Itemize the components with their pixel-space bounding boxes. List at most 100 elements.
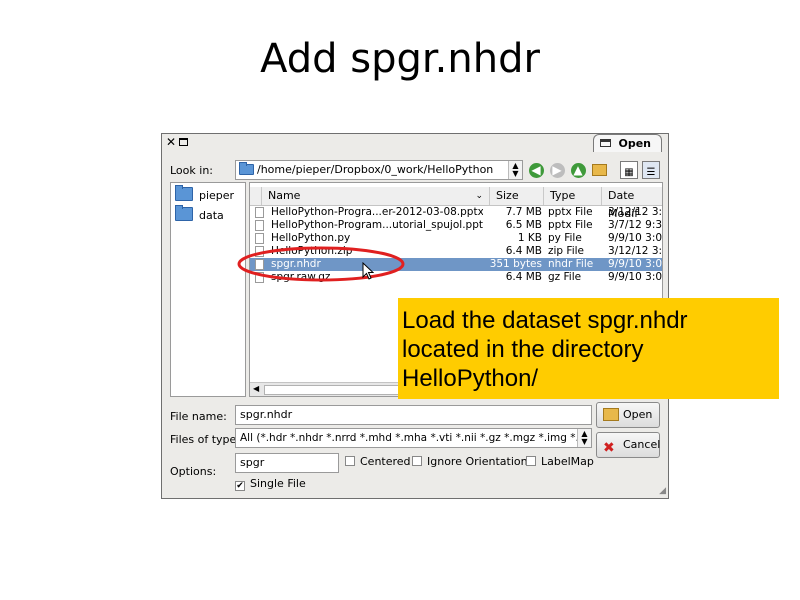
file-date-cell: 9/9/10 3:0: [608, 258, 663, 270]
combo-spinner-icon: ▲ ▼: [577, 429, 591, 447]
look-in-label: Look in:: [170, 164, 213, 177]
checkbox-label: Centered: [360, 455, 411, 468]
file-size-cell: 7.7 MB: [505, 206, 542, 218]
file-size-cell: 1 KB: [517, 232, 542, 244]
forward-arrow-icon: ▶: [549, 163, 565, 178]
files-of-type-value: All (*.hdr *.nhdr *.nrrd *.mhd *.mha *.v…: [240, 432, 586, 444]
combo-spinner-icon: ▲ ▼: [508, 161, 522, 179]
window-tab-label: Open: [618, 137, 651, 150]
cancel-icon: ✖: [603, 440, 615, 456]
file-size-cell: 6.4 MB: [505, 271, 542, 283]
file-date-cell: 3/12/12 3:: [608, 245, 663, 257]
forward-button[interactable]: ▶: [548, 161, 566, 179]
column-type-label: Type: [550, 189, 576, 202]
scroll-left-icon[interactable]: ◀: [253, 384, 259, 393]
file-name-cell: HelloPython-Program...utorial_spujol.ppt…: [271, 219, 483, 231]
file-icon: [255, 220, 264, 231]
column-header-size[interactable]: Size: [490, 187, 544, 205]
checkbox-box: [412, 456, 422, 466]
file-type-cell: pptx File: [548, 219, 593, 231]
close-icon[interactable]: ✕: [166, 136, 176, 148]
file-size-cell: 351 bytes: [489, 258, 542, 270]
maximize-icon[interactable]: [179, 136, 188, 148]
callout-line: Load the dataset spgr.nhdr: [402, 307, 688, 334]
sidebar-item-label: pieper: [199, 189, 235, 202]
options-label: Options:: [170, 465, 217, 478]
dialog-titlebar: ✕ Open: [162, 134, 668, 152]
resize-grip-icon[interactable]: ◢: [659, 486, 666, 496]
icon-grid-icon: ▦: [624, 167, 634, 178]
checkbox-box: [345, 456, 355, 466]
back-arrow-icon: ◀: [528, 163, 544, 178]
sidebar-item-pieper[interactable]: pieper: [175, 185, 235, 206]
new-folder-button[interactable]: [590, 161, 608, 179]
instruction-callout: Load the dataset spgr.nhdr located in th…: [398, 298, 779, 399]
annotation-oval: [237, 246, 405, 282]
folder-icon: [175, 185, 193, 201]
window-tab-open[interactable]: Open: [593, 134, 662, 152]
scrollbar-thumb[interactable]: [264, 385, 416, 395]
open-folder-icon: [603, 408, 619, 421]
file-date-cell: 9/9/10 3:0: [608, 271, 663, 283]
sidebar-item-data[interactable]: data: [175, 205, 224, 226]
cancel-button-label: Cancel: [623, 438, 661, 451]
detail-view-button[interactable]: ☰: [642, 161, 660, 179]
up-arrow-icon: ▲: [570, 163, 586, 178]
places-sidebar: pieper data: [170, 182, 246, 397]
header-spacer: [250, 187, 262, 205]
file-date-cell: 3/12/12 3:: [608, 206, 663, 218]
cancel-button[interactable]: ✖ Cancel: [596, 432, 660, 458]
callout-line: HelloPython/: [402, 365, 539, 392]
checkbox-label: Single File: [250, 477, 306, 490]
sort-chevron-icon: ⌄: [475, 191, 483, 201]
checkbox-label: LabelMap: [541, 455, 594, 468]
file-icon: [255, 207, 264, 218]
file-name-label: File name:: [170, 410, 227, 423]
detail-list-icon: ☰: [646, 167, 656, 178]
slide-title: Add spgr.nhdr: [260, 36, 540, 82]
parent-dir-button[interactable]: ▲: [569, 161, 587, 179]
folder-icon: [175, 205, 193, 221]
file-size-cell: 6.5 MB: [505, 219, 542, 231]
file-type-cell: nhdr File: [548, 258, 594, 270]
file-date-cell: 3/7/12 9:3: [608, 219, 663, 231]
column-header-type[interactable]: Type: [544, 187, 602, 205]
checkbox-single-file[interactable]: ✔ Single File: [235, 477, 306, 491]
checkbox-box: [526, 456, 536, 466]
window-icon: [600, 139, 612, 147]
file-date-cell: 9/9/10 3:0: [608, 232, 663, 244]
file-size-cell: 6.4 MB: [505, 245, 542, 257]
checkbox-centered[interactable]: Centered: [345, 455, 411, 468]
column-header-name[interactable]: Name ⌄: [262, 187, 490, 205]
mouse-cursor-icon: [362, 262, 374, 280]
file-type-cell: pptx File: [548, 206, 593, 218]
checkbox-box: ✔: [235, 481, 245, 491]
file-type-cell: zip File: [548, 245, 585, 257]
file-type-cell: py File: [548, 232, 582, 244]
column-size-label: Size: [496, 189, 519, 202]
file-list-header: Name ⌄ Size Type Date Modif: [250, 187, 662, 220]
callout-line: located in the directory: [402, 336, 644, 363]
checkbox-labelmap[interactable]: LabelMap: [526, 455, 594, 468]
files-of-type-label: Files of type:: [170, 433, 241, 446]
files-of-type-combo[interactable]: All (*.hdr *.nhdr *.nrrd *.mhd *.mha *.v…: [235, 428, 592, 448]
column-header-date[interactable]: Date Modif: [602, 187, 662, 220]
checkbox-ignore-orientation[interactable]: Ignore Orientation: [412, 455, 528, 468]
file-row[interactable]: HelloPython-Program...utorial_spujol.ppt…: [250, 219, 663, 232]
options-input[interactable]: spgr: [235, 453, 339, 473]
look-in-combo[interactable]: /home/pieper/Dropbox/0_work/HelloPython …: [235, 160, 523, 180]
look-in-path: /home/pieper/Dropbox/0_work/HelloPython: [257, 163, 494, 176]
open-button-label: Open: [623, 408, 653, 421]
open-button[interactable]: Open: [596, 402, 660, 428]
icon-view-button[interactable]: ▦: [620, 161, 638, 179]
sidebar-item-label: data: [199, 209, 224, 222]
folder-icon: [239, 162, 254, 175]
file-type-cell: gz File: [548, 271, 582, 283]
column-name-label: Name: [268, 189, 301, 202]
file-row[interactable]: HelloPython-Progra...er-2012-03-08.pptx 7…: [250, 206, 663, 219]
file-name-cell: HelloPython-Progra...er-2012-03-08.pptx: [271, 206, 483, 218]
checkbox-label: Ignore Orientation: [427, 455, 528, 468]
new-folder-icon: [591, 164, 607, 176]
back-button[interactable]: ◀: [527, 161, 545, 179]
file-name-input[interactable]: spgr.nhdr: [235, 405, 592, 425]
